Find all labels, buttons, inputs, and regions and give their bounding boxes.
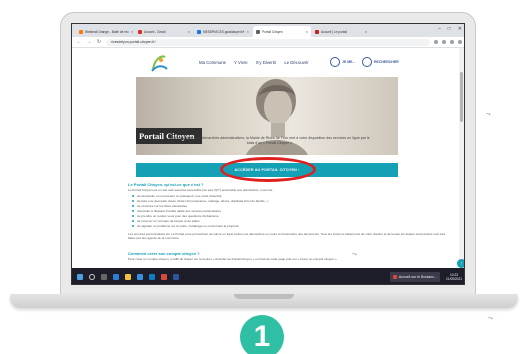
menu-dots-icon[interactable]	[458, 40, 462, 44]
scrollbar-thumb[interactable]	[460, 72, 463, 122]
system-clock[interactable]: 10:23 21/05/2021	[446, 273, 462, 281]
close-icon[interactable]: ✕	[187, 30, 190, 34]
account-icon[interactable]	[330, 57, 340, 67]
browser-tab-active[interactable]: Portail Citoyen ✕	[253, 26, 311, 37]
decorative-mark-icon: ⤳	[486, 112, 491, 118]
close-icon[interactable]: ✕	[131, 30, 134, 34]
browser-tab[interactable]: Webmail Orange - Boite de réc ✕	[76, 26, 134, 37]
browser-tab[interactable]: MESERVICES.guadalupe.fr/f ✕	[194, 26, 252, 37]
nav-item-y-vivre[interactable]: Y Vivre	[234, 60, 248, 65]
address-bar[interactable]: rivesdelyon.portail-citoyen.fr/	[106, 38, 430, 46]
minimize-button[interactable]: –	[438, 26, 441, 32]
step-number-badge: 1	[240, 315, 284, 354]
tab-label: MESERVICES.guadalupe.fr/f	[203, 29, 245, 34]
browser-tab[interactable]: Accueil - Gmail ✕	[135, 26, 193, 37]
url-text: rivesdelyon.portail-citoyen.fr/	[111, 40, 156, 44]
list-item-text: de signaler un problème sur la voirie, l…	[137, 224, 239, 228]
list-item-text: d'accéder à l'Espace Famille dédié aux s…	[137, 209, 221, 213]
site-header: Ma Commune Y Vivre S'y Divertir Le Décou…	[72, 48, 464, 80]
tab-favicon-icon	[138, 29, 142, 34]
edge-icon[interactable]	[113, 274, 119, 280]
list-item: de faire une demande d'acte d'état civil…	[132, 199, 268, 203]
list-item: de réserver un créneau de locaux et de s…	[132, 219, 200, 223]
list-item: d'accéder à l'Espace Famille dédié aux s…	[132, 209, 221, 213]
list-item-text: de demander ou renouveler un passeport, …	[137, 194, 222, 198]
tab-favicon-icon	[79, 29, 83, 34]
tab-label: Webmail Orange - Boite de réc	[85, 29, 129, 34]
tab-favicon-icon	[256, 29, 260, 34]
tab-favicon-icon	[315, 29, 319, 34]
section-title: Comment créer son compte citoyen ?	[128, 251, 200, 256]
store-icon[interactable]	[137, 274, 143, 280]
laptop-notch	[234, 294, 294, 299]
list-item: de demander ou renouveler un passeport, …	[132, 194, 222, 198]
reload-icon[interactable]: ↻	[96, 39, 102, 45]
nav-item-sy-divertir[interactable]: S'y Divertir	[256, 60, 277, 65]
profile-icon[interactable]	[450, 40, 454, 44]
close-icon[interactable]: ✕	[246, 30, 249, 34]
list-item: de s'inscrire sur les listes électorales	[132, 204, 187, 208]
windows-taskbar: Accueil sur le Boulanc... 10:23 21/05/20…	[72, 268, 464, 284]
tab-label: Accueil - Gmail	[144, 29, 166, 34]
browser-tab-bar: Webmail Orange - Boite de réc ✕ Accueil -…	[72, 24, 464, 37]
list-item-text: de faire une demande d'acte d'état civil…	[137, 199, 269, 203]
window-controls: – □ ✕	[438, 26, 462, 32]
browser-toolbar: ← → ↻ rivesdelyon.portail-citoyen.fr/	[72, 37, 464, 48]
maximize-button[interactable]: □	[448, 26, 451, 32]
scroll-top-icon[interactable]: ↑	[457, 259, 464, 268]
bullet-icon	[132, 195, 134, 197]
chrome-icon[interactable]	[161, 274, 167, 280]
bullet-icon	[132, 225, 134, 227]
tutorial-frame: Webmail Orange - Boite de réc ✕ Accueil -…	[0, 0, 528, 354]
search-icon[interactable]	[362, 57, 372, 67]
nav-item-le-decouvrir[interactable]: Le Découvrir	[284, 60, 308, 65]
tab-label: Portail Citoyen	[262, 29, 283, 34]
section-intro: Le Portail Citoyen est un site web sécur…	[128, 188, 274, 192]
back-arrow-icon[interactable]: ←	[76, 39, 82, 45]
section-outro: Les services personnalisés sur ce Portai…	[128, 232, 446, 241]
account-label[interactable]: JE ME...	[342, 60, 355, 64]
list-item-text: de prendre un rendez-vous pour des quest…	[137, 214, 219, 218]
list-item: de prendre un rendez-vous pour des quest…	[132, 214, 219, 218]
bullet-icon	[132, 200, 134, 202]
bookmark-star-icon[interactable]	[434, 40, 438, 44]
intro-text: Afin de faciliter vos démarches administ…	[170, 136, 370, 145]
bullet-icon	[132, 210, 134, 212]
section-title: Le Portail Citoyen, qu'est-ce que c'est …	[128, 182, 204, 187]
town-logo-icon[interactable]	[149, 51, 169, 75]
bullet-icon	[132, 220, 134, 222]
list-item-text: de réserver un créneau de locaux et de s…	[137, 219, 200, 223]
windows-start-icon[interactable]	[77, 274, 83, 280]
close-window-button[interactable]: ✕	[458, 26, 462, 32]
search-label[interactable]: RECHERCHER	[374, 60, 399, 64]
bullet-icon	[132, 205, 134, 207]
file-explorer-icon[interactable]	[125, 274, 131, 280]
close-icon[interactable]: ✕	[364, 30, 367, 34]
mail-icon[interactable]	[149, 274, 155, 280]
search-icon[interactable]	[89, 274, 95, 280]
main-nav: Ma Commune Y Vivre S'y Divertir Le Décou…	[199, 60, 309, 65]
chrome-icon	[392, 275, 397, 279]
taskbar-active-window[interactable]: Accueil sur le Boulanc...	[389, 272, 441, 282]
word-icon[interactable]	[173, 274, 179, 280]
decorative-mark-icon: ⤳	[352, 252, 357, 258]
tab-favicon-icon	[197, 29, 201, 34]
nav-item-ma-commune[interactable]: Ma Commune	[199, 60, 226, 65]
browser-tab[interactable]: Accueil | Le portail ✕	[312, 26, 370, 37]
taskbar-window-label: Accueil sur le Boulanc...	[398, 275, 438, 279]
tab-label: Accueil | Le portail	[321, 29, 347, 34]
clock-date: 21/05/2021	[446, 277, 462, 281]
section-text: Pour créer un compte citoyen, il suffit …	[128, 257, 338, 261]
forward-arrow-icon[interactable]: →	[86, 39, 92, 45]
extension-icon[interactable]	[442, 40, 446, 44]
decorative-mark-icon: ⤳	[488, 316, 493, 322]
task-view-icon[interactable]	[101, 274, 107, 280]
list-item: de signaler un problème sur la voirie, l…	[132, 224, 239, 228]
close-icon[interactable]: ✕	[305, 30, 308, 34]
bullet-icon	[132, 215, 134, 217]
laptop-screen: Webmail Orange - Boite de réc ✕ Accueil -…	[71, 23, 465, 285]
highlight-ellipse	[220, 157, 316, 182]
list-item-text: de s'inscrire sur les listes électorales	[137, 204, 188, 208]
